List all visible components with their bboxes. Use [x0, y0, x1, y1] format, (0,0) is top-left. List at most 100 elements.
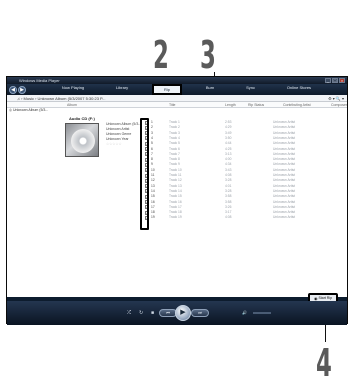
close-icon[interactable]: × [339, 78, 345, 83]
track-artist: Unknown Artist [273, 178, 295, 183]
track-length: 2:53 [225, 120, 232, 124]
col-album[interactable]: Album [67, 103, 77, 107]
start-rip-label: Start Rip [318, 296, 333, 300]
track-number: 17 [151, 204, 155, 209]
track-row[interactable]: ✓ 14 Track 14 3:28 Unknown Artist [145, 189, 345, 194]
stop-icon[interactable]: ■ [151, 310, 154, 316]
mute-icon[interactable]: 🔊 [242, 310, 247, 315]
track-row[interactable]: ✓ 3 Track 3 3:49 Unknown Artist [145, 131, 345, 136]
rip-icon: ◉ [313, 295, 318, 301]
track-row[interactable]: ✓ 15 Track 15 3:58 Unknown Artist [145, 194, 345, 199]
col-composer[interactable]: Composer [331, 103, 347, 107]
track-title: Track 15 [169, 194, 182, 199]
track-number: 7 [151, 151, 153, 156]
breadcrumb[interactable]: ♫ › Music › Unknown Album (5/3/2007 5:30… [17, 96, 106, 101]
track-row[interactable]: ✓ 12 Track 12 3:28 Unknown Artist [145, 178, 345, 183]
track-title: Track 9 [169, 162, 180, 167]
window-title: Windows Media Player [19, 78, 60, 83]
nav-arrows: ◀ ▶ [9, 85, 26, 94]
track-row[interactable]: ✓ 7 Track 7 3:13 Unknown Artist [145, 152, 345, 157]
back-arrow-icon[interactable]: ◀ [9, 85, 17, 94]
track-row[interactable]: ✓ 4 Track 4 3:50 Unknown Artist [145, 136, 345, 141]
checkbox-column-highlight [140, 118, 149, 230]
view-options[interactable]: ⚙ ▾ 🔍 ▾ [328, 95, 344, 102]
shuffle-icon[interactable]: ⤮ [127, 310, 131, 316]
track-number: 14 [151, 188, 155, 193]
track-title: Track 16 [169, 199, 182, 204]
track-length: 4:25 [225, 146, 232, 151]
nav-bar: ◀ ▶ Now Playing Library Rip Burn Sync On… [7, 84, 347, 95]
track-artist: Unknown Artist [273, 215, 295, 220]
repeat-icon[interactable]: ↻ [139, 310, 143, 316]
track-title: Track 12 [169, 178, 182, 183]
rip-content-pane: Album Title Length Rip Status Contributi… [7, 102, 347, 303]
tab-sync[interactable]: Sync [238, 84, 263, 95]
track-length: 3:26 [225, 204, 232, 209]
rating-stars[interactable]: ☆☆☆☆☆ [106, 142, 141, 147]
album-info: Unknown Album (5/3... Unknown Artist Unk… [106, 122, 141, 147]
volume-slider[interactable] [253, 312, 271, 314]
track-number: 3 [151, 130, 153, 135]
track-number: 6 [151, 146, 153, 151]
track-row[interactable]: ✓ 13 Track 13 4:01 Unknown Artist [145, 184, 345, 189]
col-rip-status[interactable]: Rip Status [248, 103, 264, 107]
track-number: 9 [151, 162, 153, 167]
track-number: 11 [151, 173, 155, 177]
tab-rip[interactable]: Rip [152, 84, 183, 95]
next-button[interactable]: ⏭ [191, 309, 209, 317]
col-length[interactable]: Length [225, 103, 236, 107]
track-length: 3:43 [225, 167, 232, 172]
col-title[interactable]: Title [169, 103, 175, 107]
track-row[interactable]: ✓ 16 Track 16 3:58 Unknown Artist [145, 200, 345, 205]
minimize-icon[interactable]: _ [325, 78, 331, 83]
track-title: Track 8 [169, 157, 180, 162]
track-number: 8 [151, 157, 153, 162]
play-button[interactable]: ▶ [175, 305, 191, 321]
track-artist: Unknown Artist [273, 210, 295, 215]
playback-bar: ⤮ ↻ ■ ⏮ ▶ ⏭ 🔊 [7, 301, 347, 325]
address-bar[interactable]: ♫ › Music › Unknown Album (5/3/2007 5:30… [7, 95, 347, 102]
track-artist: Unknown Artist [273, 157, 295, 162]
track-title: Track 18 [169, 210, 182, 215]
track-number: 12 [151, 178, 155, 183]
tab-now-playing[interactable]: Now Playing [54, 84, 92, 95]
album-header[interactable]: ◎ Unknown Album (5/3... [9, 108, 109, 114]
track-artist: Unknown Artist [273, 162, 295, 167]
track-row[interactable]: ✓ 18 Track 18 3:17 Unknown Artist [145, 210, 345, 215]
track-artist: Unknown Artist [273, 151, 295, 156]
track-artist: Unknown Artist [273, 141, 295, 146]
callout-4: 4 [316, 341, 332, 384]
track-row[interactable]: ✓ 10 Track 10 3:43 Unknown Artist [145, 168, 345, 173]
track-artist: Unknown Artist [273, 194, 295, 199]
track-row[interactable]: ✓ 11 Track 11 4:08 Unknown Artist [145, 173, 345, 178]
track-row[interactable]: ✓ 8 Track 8 4:00 Unknown Artist [145, 157, 345, 162]
media-player-window: Windows Media Player _ □ × ◀ ▶ Now Playi… [6, 76, 348, 325]
col-contributing-artist[interactable]: Contributing Artist [283, 103, 311, 107]
forward-arrow-icon[interactable]: ▶ [18, 85, 26, 94]
track-row[interactable]: ✓ 9 Track 9 4:34 Unknown Artist [145, 162, 345, 167]
callout-2: 2 [153, 33, 169, 77]
track-number: 1 [151, 120, 153, 124]
track-row[interactable]: ✓ 2 Track 2 4:29 Unknown Artist [145, 125, 345, 130]
track-row[interactable]: ✓ 19 Track 19 4:08 Unknown Artist [145, 215, 345, 220]
track-title: Track 11 [169, 173, 182, 177]
album-header-label: Unknown Album (5/3... [13, 108, 49, 112]
track-row[interactable]: ✓ 1 Track 1 2:53 Unknown Artist [145, 120, 345, 125]
track-length: 4:01 [225, 183, 232, 188]
track-row[interactable]: ✓ 5 Track 5 4:44 Unknown Artist [145, 141, 345, 146]
track-row[interactable]: ✓ 6 Track 6 4:25 Unknown Artist [145, 147, 345, 152]
tab-online-stores[interactable]: Online Stores [279, 84, 319, 95]
track-artist: Unknown Artist [273, 167, 295, 172]
track-number: 18 [151, 210, 155, 215]
track-artist: Unknown Artist [273, 173, 295, 177]
track-length: 4:44 [225, 141, 232, 146]
tab-burn[interactable]: Burn [198, 84, 222, 95]
track-title: Track 19 [169, 215, 182, 220]
track-artist: Unknown Artist [273, 125, 295, 130]
track-row[interactable]: ✓ 17 Track 17 3:26 Unknown Artist [145, 205, 345, 210]
track-length: 4:00 [225, 157, 232, 162]
nav-tabs: Now Playing Library Rip Burn Sync Online… [26, 84, 347, 95]
track-number: 5 [151, 141, 153, 146]
tab-library[interactable]: Library [108, 84, 136, 95]
maximize-icon[interactable]: □ [332, 78, 338, 83]
